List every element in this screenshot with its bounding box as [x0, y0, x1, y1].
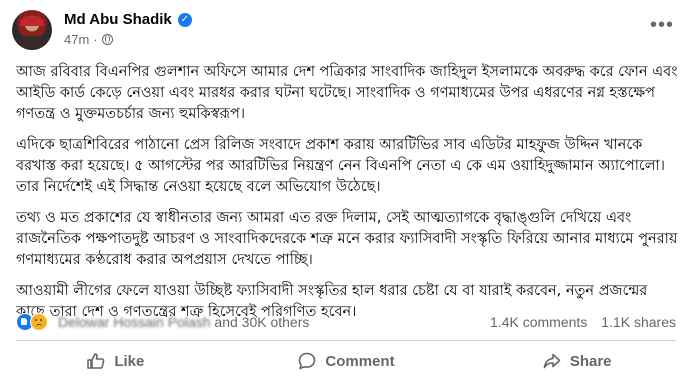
- post-paragraph: আজ রবিবার বিএনপির গুলশান অফিসে আমার দেশ …: [16, 64, 678, 122]
- like-label: Like: [114, 352, 145, 370]
- reaction-names-suffix: and 30K others: [214, 314, 310, 330]
- sad-reaction-icon: [30, 313, 48, 331]
- author-name[interactable]: Md Abu Shadik: [64, 11, 172, 28]
- post-content: আজ রবিবার বিএনপির গুলশান অফিসে আমার দেশ …: [16, 62, 680, 333]
- globe-icon[interactable]: [101, 34, 113, 45]
- post-timestamp[interactable]: 47m: [64, 32, 89, 47]
- comment-icon: [299, 352, 316, 370]
- post-paragraph: এদিকে ছাত্রশিবিরের পাঠানো প্রেস রিলিজ সং…: [16, 137, 665, 195]
- post-paragraph: তথ্য ও মত প্রকাশের যে স্বাধীনতার জন্য আম…: [16, 210, 678, 268]
- comments-count[interactable]: 1.4K comments: [490, 314, 587, 330]
- reactions-bar: Delowar Hossain Polash and 30K others 1.…: [16, 312, 676, 334]
- reaction-names[interactable]: Delowar Hossain Polash and 30K others: [58, 314, 309, 330]
- comment-label: Comment: [325, 352, 395, 370]
- verified-badge-icon: ✓: [177, 12, 192, 27]
- avatar[interactable]: [12, 10, 52, 50]
- shares-count[interactable]: 1.1K shares: [601, 314, 676, 330]
- share-arrow-icon: [543, 353, 561, 369]
- thumbs-up-icon: [87, 353, 105, 369]
- share-label: Share: [569, 352, 612, 370]
- avatar-body: [16, 36, 48, 50]
- author-row: Md Abu Shadik ✓: [64, 11, 192, 28]
- post-header: Md Abu Shadik ✓ 47m · •••: [12, 8, 684, 54]
- share-button[interactable]: Share: [461, 341, 692, 381]
- more-options-icon[interactable]: •••: [650, 14, 674, 37]
- reaction-names-blurred: Delowar Hossain Polash: [58, 314, 211, 330]
- post-meta: 47m ·: [64, 32, 113, 47]
- engagement-counts: 1.4K comments 1.1K shares: [490, 314, 676, 330]
- comment-button[interactable]: Comment: [231, 341, 462, 381]
- reaction-icons[interactable]: [16, 313, 52, 333]
- meta-separator: ·: [93, 32, 98, 47]
- action-bar: Like Comment Share: [0, 341, 692, 381]
- avatar-cap: [20, 16, 44, 26]
- like-button[interactable]: Like: [0, 341, 231, 381]
- facebook-post: Md Abu Shadik ✓ 47m · ••• আজ রবিবার বিএন…: [0, 0, 692, 381]
